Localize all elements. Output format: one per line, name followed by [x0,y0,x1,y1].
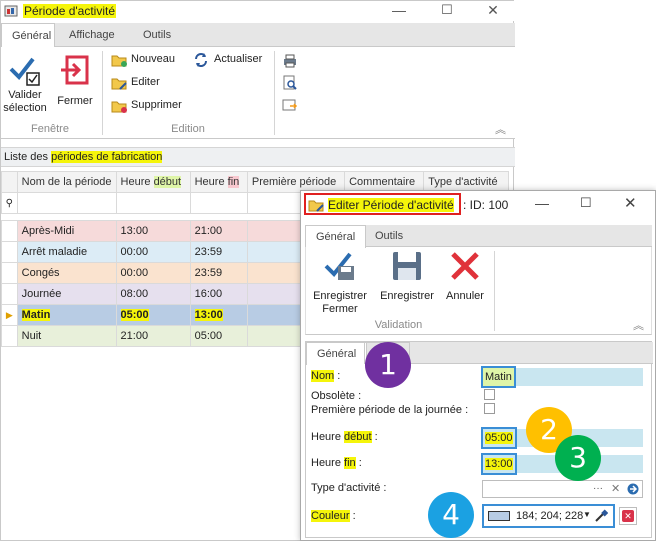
title-bar: Période d'activité — ☐ ✕ [1,1,515,21]
couleur-label: Couleur [311,510,350,522]
color-swatch [488,511,510,521]
enregistrer-button[interactable]: Enregistrer [378,250,436,310]
app-icon [4,5,18,17]
maximize-icon[interactable]: ☐ [580,195,592,211]
filter-cell[interactable] [189,192,248,214]
check-select-icon [9,57,40,86]
list-header: Liste des périodes de fabrication [1,147,515,167]
group-label-fenetre: Fenêtre [31,123,69,135]
refresh-icon [195,53,207,67]
minimize-icon[interactable]: — [535,195,549,211]
folder-edit-icon [111,78,127,90]
type-activite-label: Type d'activité : [311,482,387,494]
col-fin[interactable]: Heure fin [189,171,248,193]
premiere-label: Première période de la journée : [311,404,469,416]
ribbon: Valider sélection Fermer Fenêtre Nouveau… [1,47,515,139]
delete-icon: ✕ [622,510,634,522]
folder-delete-icon [111,101,127,113]
dialog-tabs: Général Outils [305,225,652,248]
ribbon-tabs: Général Affichage Outils [1,23,515,48]
clear-color-button[interactable]: ✕ [619,507,637,525]
badge-3: 3 [555,435,601,481]
row-pointer-icon: ▶ [1,304,18,326]
tab-general[interactable]: Général [1,23,55,48]
save-icon [393,252,421,280]
filter-cell[interactable] [115,192,191,214]
group-label-edition: Edition [171,123,205,135]
tab-outils[interactable]: Outils [133,23,181,47]
exit-icon [61,55,89,85]
couleur-picker[interactable]: 184; 204; 228 ▼ [482,504,615,528]
minimize-icon[interactable]: — [383,1,415,21]
preview-icon[interactable] [282,75,298,91]
window-title: Période d'activité [23,4,117,18]
filter-cell[interactable] [16,192,117,214]
arrow-right-icon[interactable] [627,483,639,495]
col-nom[interactable]: Nom de la période [16,171,117,193]
folder-new-icon [111,55,127,67]
edit-dialog: Editer Période d'activité : ID: 100 — ☐ … [300,190,656,541]
enregistrer-fermer-button[interactable]: Enregistrer Fermer [308,250,372,315]
dialog-ribbon: Enregistrer Fermer Enregistrer Annuler V… [305,247,652,335]
tab-affichage[interactable]: Affichage [59,23,125,47]
obsolete-label: Obsolète : [311,390,362,402]
col-debut[interactable]: Heure début [115,171,191,193]
row-indicator-header [1,171,18,193]
collapse-ribbon-icon[interactable]: ︽ [633,317,644,333]
save-close-icon [324,252,354,280]
group-label-validation: Validation [374,319,423,331]
list-title: périodes de fabrication [51,151,163,163]
maximize-icon[interactable]: ☐ [431,1,463,21]
divider [274,51,275,135]
fermer-button[interactable]: Fermer [53,53,97,115]
close-icon[interactable]: ✕ [624,194,637,212]
dialog-id: : ID: 100 [463,198,509,212]
type-activite-field[interactable]: ··· ✕ [482,480,643,498]
annuler-button[interactable]: Annuler [442,250,488,310]
cancel-icon [451,252,479,280]
dialog-tab-general[interactable]: Général [305,225,367,248]
form-tab-general[interactable]: Général [306,342,368,365]
form-panel: Général Nom : Matin Obsolète : Première … [305,341,653,538]
badge-4: 4 [428,492,474,538]
valider-selection-button[interactable]: Valider sélection [3,53,47,115]
badge-1: 1 [365,342,411,388]
close-icon[interactable]: ✕ [477,1,509,21]
chevron-down-icon[interactable]: ▼ [583,510,591,519]
clear-icon[interactable]: ✕ [611,482,620,495]
collapse-ribbon-icon[interactable]: ︽ [495,121,506,137]
dialog-tab-outils[interactable]: Outils [365,225,413,247]
more-icon[interactable]: ··· [593,483,603,494]
dialog-title-box: Editer Période d'activité [304,193,461,215]
obsolete-checkbox[interactable] [484,389,495,400]
eyedropper-icon[interactable] [594,509,608,523]
dialog-title: Editer Période d'activité [328,198,454,212]
divider [494,251,495,331]
filter-icon: ⚲ [1,192,18,214]
print-icon[interactable] [282,53,298,69]
nom-label: Nom [311,370,335,382]
folder-edit-icon [308,200,324,212]
premiere-checkbox[interactable] [484,403,495,414]
export-icon[interactable] [282,97,298,113]
nom-field[interactable]: Matin [481,366,643,388]
